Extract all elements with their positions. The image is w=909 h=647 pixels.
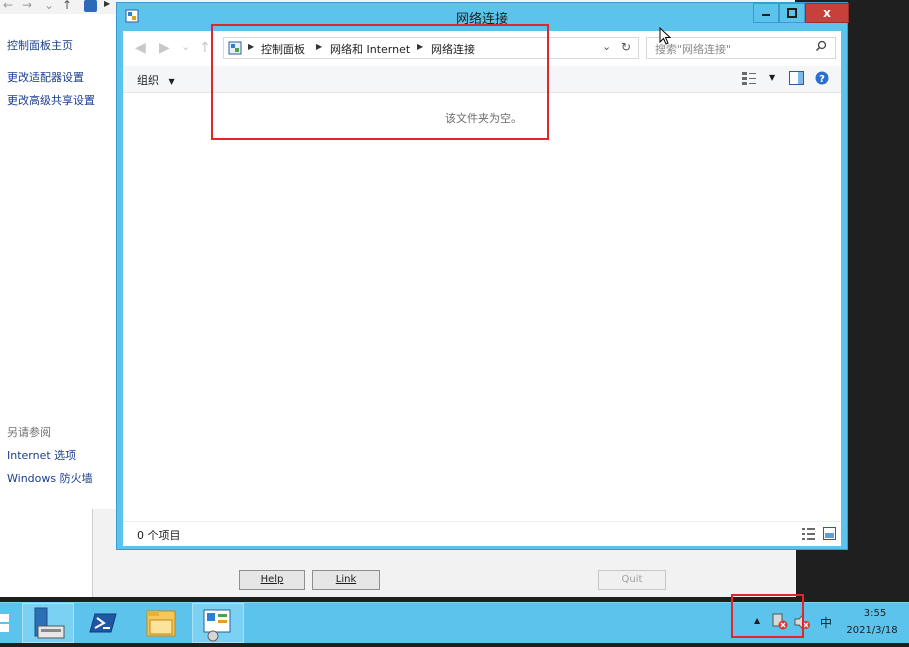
internet-options-link[interactable]: Internet 选项 (7, 447, 76, 463)
clock-time[interactable]: 3:55 (855, 608, 895, 619)
file-explorer-taskbar-button[interactable] (136, 603, 188, 643)
control-panel-home-link[interactable]: 控制面板主页 (7, 37, 73, 53)
background-sidebar: 控制面板主页 更改适配器设置 更改高级共享设置 另请参阅 Internet 选项… (0, 14, 118, 509)
svg-text:?: ? (819, 74, 825, 85)
search-input[interactable] (653, 39, 817, 59)
organize-label: 组织 (137, 74, 159, 87)
see-also-heading: 另请参阅 (7, 426, 51, 439)
forward-arrow-icon[interactable]: → (22, 0, 32, 12)
file-explorer-icon (146, 610, 176, 637)
forward-icon[interactable]: ▶ (159, 40, 170, 56)
quit-button[interactable]: Quit (598, 570, 666, 590)
start-button[interactable] (0, 612, 14, 637)
link-button[interactable]: Link (312, 570, 380, 590)
control-panel-icon (203, 609, 231, 642)
refresh-icon[interactable]: ↻ (621, 40, 631, 54)
windows-logo-icon (0, 614, 9, 632)
preview-pane-icon[interactable] (789, 71, 804, 88)
clock-date[interactable]: 2021/3/18 (842, 625, 902, 636)
highlight-box-address (211, 24, 549, 140)
details-view-icon[interactable] (802, 528, 815, 543)
maximize-button[interactable] (779, 3, 805, 23)
search-box[interactable] (646, 37, 836, 59)
organize-menu[interactable]: 组织 ▼ (137, 72, 175, 88)
recent-dropdown-icon[interactable]: ⌄ (181, 40, 190, 53)
back-icon[interactable]: ◀ (135, 40, 146, 56)
search-icon[interactable] (815, 40, 827, 55)
large-icons-view-icon[interactable] (823, 527, 836, 543)
windows-firewall-link[interactable]: Windows 防火墙 (7, 470, 93, 486)
breadcrumb-separator-icon: ▶ (104, 0, 111, 8)
help-icon[interactable]: ? (815, 71, 829, 88)
close-button[interactable]: x (805, 3, 849, 23)
powershell-icon (89, 613, 117, 633)
minimize-icon (762, 14, 770, 16)
close-icon: x (823, 6, 831, 20)
change-sharing-settings-link[interactable]: 更改高级共享设置 (7, 92, 95, 108)
change-view-icon[interactable] (742, 72, 756, 88)
input-method-indicator[interactable]: 中 (820, 614, 832, 631)
maximize-icon (787, 8, 797, 18)
dropdown-icon[interactable]: ⌄ (44, 0, 54, 12)
status-bar: 0 个项目 (123, 521, 841, 546)
back-arrow-icon[interactable]: ← (3, 0, 13, 12)
up-arrow-icon[interactable]: ↑ (62, 0, 72, 12)
server-manager-icon (34, 607, 65, 639)
highlight-box-tray (731, 594, 804, 638)
item-count: 0 个项目 (137, 529, 181, 542)
minimize-button[interactable] (753, 3, 779, 23)
address-dropdown-icon[interactable]: ⌄ (602, 40, 611, 53)
change-adapter-settings-link[interactable]: 更改适配器设置 (7, 69, 84, 85)
control-panel-taskbar-button[interactable] (192, 603, 244, 643)
up-icon[interactable]: ↑ (199, 40, 211, 56)
powershell-taskbar-button[interactable] (80, 603, 132, 643)
view-options-dropdown-icon[interactable]: ▼ (769, 73, 775, 82)
mouse-cursor-icon (659, 26, 672, 48)
server-manager-taskbar-button[interactable] (22, 603, 74, 643)
control-panel-small-icon (84, 0, 97, 12)
help-button[interactable]: Help (239, 570, 305, 590)
chevron-down-icon: ▼ (168, 77, 175, 86)
